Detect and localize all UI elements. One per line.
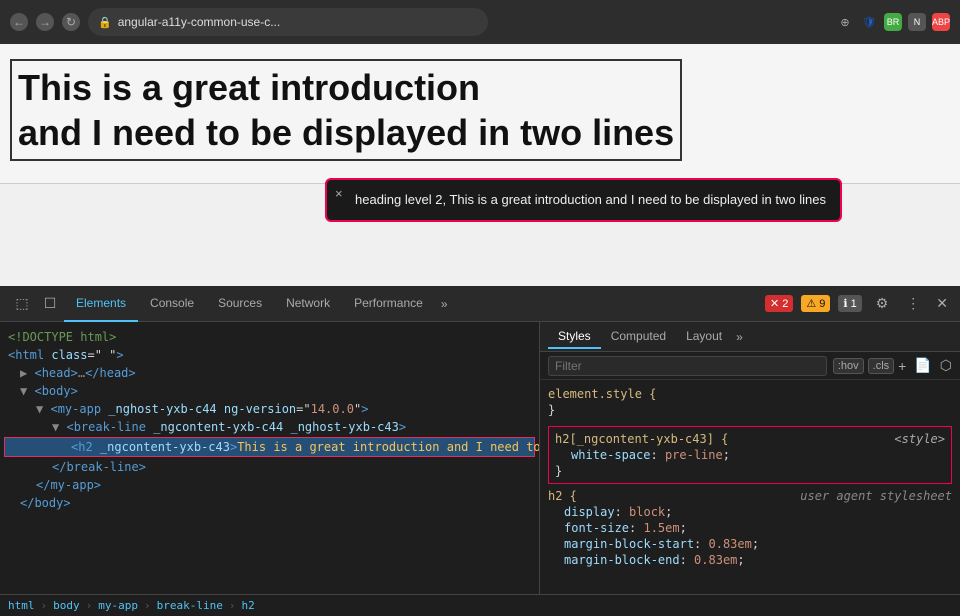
statusbar-body[interactable]: body bbox=[53, 599, 80, 612]
dom-h2-selected[interactable]: <h2 _ngcontent-yxb-c43>This is a great i… bbox=[4, 437, 535, 457]
br-icon: BR bbox=[884, 13, 902, 31]
tab-styles[interactable]: Styles bbox=[548, 325, 601, 349]
dom-doctype: <!DOCTYPE html> bbox=[0, 328, 539, 346]
h2-ngcontent-rule: h2[_ngcontent-yxb-c43] { <style> white-s… bbox=[548, 426, 952, 484]
styles-filter-buttons: :hov .cls + 📄 ⬡ bbox=[833, 357, 952, 374]
styles-panel: Styles Computed Layout » :hov .cls + 📄 ⬡ bbox=[540, 322, 960, 594]
bitwarden-icon: 🛡 bbox=[860, 13, 878, 31]
force-state-icon[interactable]: ⬡ bbox=[940, 357, 952, 374]
devtools-main: <!DOCTYPE html> <html class=" "> ▶ <head… bbox=[0, 322, 960, 594]
extensions-icon: ⊕ bbox=[836, 13, 854, 31]
styles-filter-input[interactable] bbox=[548, 356, 827, 376]
tab-computed[interactable]: Computed bbox=[601, 325, 676, 349]
tab-performance[interactable]: Performance bbox=[342, 286, 435, 322]
styles-more-tabs[interactable]: » bbox=[736, 330, 743, 344]
dom-break-line-close[interactable]: </break-line> bbox=[0, 458, 539, 476]
browser-icons: ⊕ 🛡 BR N ABP bbox=[836, 13, 950, 31]
error-badge[interactable]: ✕ 2 bbox=[765, 295, 793, 312]
settings-gear-icon[interactable]: ⚙ bbox=[870, 295, 895, 312]
dom-my-app[interactable]: ▼ <my-app _nghost-yxb-c44 ng-version="14… bbox=[0, 400, 539, 418]
statusbar-html[interactable]: html bbox=[8, 599, 35, 612]
tab-layout[interactable]: Layout bbox=[676, 325, 732, 349]
dom-head[interactable]: ▶ <head>…</head> bbox=[0, 364, 539, 382]
info-badge[interactable]: ℹ 1 bbox=[838, 295, 861, 312]
styles-filter-bar: :hov .cls + 📄 ⬡ bbox=[540, 352, 960, 380]
devtools-statusbar: html › body › my-app › break-line › h2 bbox=[0, 594, 960, 616]
styles-tabs: Styles Computed Layout » bbox=[540, 322, 960, 352]
page-heading: This is a great introduction and I need … bbox=[10, 59, 682, 161]
dom-tree-panel[interactable]: <!DOCTYPE html> <html class=" "> ▶ <head… bbox=[0, 322, 540, 594]
warning-badge[interactable]: ⚠ 9 bbox=[801, 295, 830, 312]
h2-user-agent-rule: h2 { user agent stylesheet display: bloc… bbox=[548, 488, 952, 568]
devtools-topbar: ⬚ ☐ Elements Console Sources Network Per… bbox=[0, 286, 960, 322]
tab-sources[interactable]: Sources bbox=[206, 286, 274, 322]
forward-button[interactable]: → bbox=[36, 13, 54, 31]
dom-body-close[interactable]: </body> bbox=[0, 494, 539, 512]
more-tabs-icon[interactable]: » bbox=[435, 297, 454, 311]
styles-content[interactable]: element.style { } h2[_ngcontent-yxb-c43]… bbox=[540, 380, 960, 594]
dom-html[interactable]: <html class=" "> bbox=[0, 346, 539, 364]
dom-my-app-close[interactable]: </my-app> bbox=[0, 476, 539, 494]
tab-network[interactable]: Network bbox=[274, 286, 342, 322]
lock-icon: 🔒 bbox=[98, 16, 112, 29]
hov-button[interactable]: :hov bbox=[833, 358, 864, 374]
add-style-icon[interactable]: + bbox=[898, 358, 906, 374]
heading-line2: and I need to be displayed in two lines bbox=[18, 112, 674, 153]
statusbar-my-app[interactable]: my-app bbox=[98, 599, 138, 612]
tab-console[interactable]: Console bbox=[138, 286, 206, 322]
page-content: This is a great introduction and I need … bbox=[0, 44, 960, 184]
n-icon: N bbox=[908, 13, 926, 31]
abp-icon: ABP bbox=[932, 13, 950, 31]
heading-line1: This is a great introduction bbox=[18, 67, 480, 108]
back-button[interactable]: ← bbox=[10, 13, 28, 31]
close-devtools-icon[interactable]: ✕ bbox=[932, 295, 952, 312]
tab-elements[interactable]: Elements bbox=[64, 286, 138, 322]
url-text: angular-a11y-common-use-c... bbox=[118, 15, 281, 29]
device-toolbar-icon[interactable]: ☐ bbox=[36, 290, 64, 318]
tooltip-text: heading level 2, This is a great introdu… bbox=[355, 192, 826, 207]
element-style-rule: element.style { } bbox=[548, 386, 952, 418]
dom-break-line[interactable]: ▼ <break-line _ngcontent-yxb-c44 _nghost… bbox=[0, 418, 539, 436]
devtools-panel: ⬚ ☐ Elements Console Sources Network Per… bbox=[0, 286, 960, 616]
devtools-badges: ✕ 2 ⚠ 9 ℹ 1 ⚙ ⋮ ✕ bbox=[765, 295, 952, 312]
statusbar-break-line[interactable]: break-line bbox=[157, 599, 223, 612]
browser-chrome: ← → ↻ 🔒 angular-a11y-common-use-c... ⊕ 🛡… bbox=[0, 0, 960, 44]
cls-button[interactable]: .cls bbox=[868, 358, 895, 374]
dom-body[interactable]: ▼ <body> bbox=[0, 382, 539, 400]
new-rule-icon[interactable]: 📄 bbox=[914, 357, 931, 374]
refresh-button[interactable]: ↻ bbox=[62, 13, 80, 31]
address-bar[interactable]: 🔒 angular-a11y-common-use-c... bbox=[88, 8, 488, 36]
statusbar-h2[interactable]: h2 bbox=[241, 599, 254, 612]
accessibility-tooltip: × heading level 2, This is a great intro… bbox=[325, 178, 842, 222]
tooltip-close-icon[interactable]: × bbox=[335, 186, 343, 201]
more-options-icon[interactable]: ⋮ bbox=[902, 295, 924, 312]
inspect-element-icon[interactable]: ⬚ bbox=[8, 290, 36, 318]
